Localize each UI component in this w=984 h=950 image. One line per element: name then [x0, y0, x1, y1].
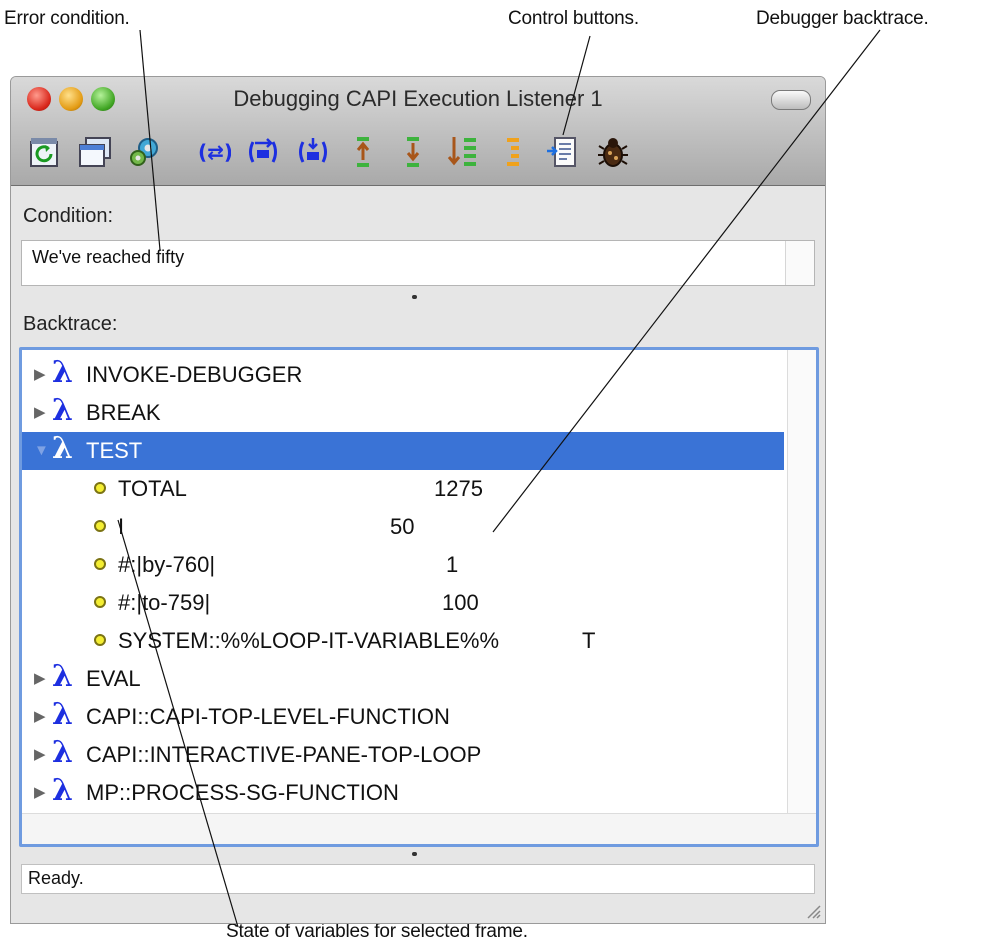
edit-source-icon — [547, 137, 576, 167]
frame-down-icon — [406, 137, 420, 167]
variable-value: T — [582, 628, 596, 653]
frame-row[interactable]: ▶ λ EVAL — [22, 659, 784, 698]
refresh-button[interactable] — [25, 132, 65, 172]
condition-label: Condition: — [23, 205, 114, 227]
condition-splitter-handle[interactable] — [412, 295, 417, 299]
callout-control-buttons: Control buttons. — [508, 8, 639, 29]
backtrace-vertical-scrollbar[interactable] — [787, 350, 816, 844]
control-toolbar: (⇄) — [25, 129, 643, 175]
variable-dot-icon — [94, 558, 106, 570]
frame-down-button[interactable] — [393, 132, 433, 172]
expand-arrow-icon[interactable]: ▶ — [34, 394, 46, 432]
variable-dot-icon — [94, 520, 106, 532]
callout-error-condition: Error condition. — [4, 8, 130, 29]
condition-text: We've reached fifty — [32, 247, 185, 267]
toolbar-toggle-button[interactable] — [771, 90, 811, 110]
variable-value: 1275 — [434, 476, 483, 501]
gears-button[interactable] — [125, 132, 165, 172]
condition-pane[interactable]: We've reached fifty — [21, 240, 815, 286]
frame-row[interactable]: ▶ λ CAPI::INTERACTIVE-PANE-TOP-LOOP — [22, 735, 784, 774]
restart-button[interactable]: (⇄) — [193, 132, 233, 172]
lambda-icon: λ — [52, 735, 74, 770]
frame-row-selected[interactable]: ▼ λ TEST — [22, 431, 784, 470]
frame-list-icon — [447, 137, 476, 166]
frame-name: CAPI::CAPI-TOP-LEVEL-FUNCTION — [86, 704, 450, 729]
variable-row[interactable]: TOTAL 1275 — [22, 470, 784, 508]
variable-row[interactable]: I 50 — [22, 508, 784, 546]
backtrace-list: ▶ λ INVOKE-DEBUGGER ▶ λ BREAK ▼ λ TEST T… — [22, 355, 784, 812]
step-into-button[interactable] — [293, 132, 333, 172]
frame-row[interactable]: ▶ λ INVOKE-DEBUGGER — [22, 355, 784, 394]
variable-name: I — [118, 514, 125, 539]
edit-source-button[interactable] — [543, 132, 583, 172]
lambda-icon: λ — [52, 773, 74, 808]
frame-row[interactable]: ▶ λ MP::PROCESS-SG-FUNCTION — [22, 773, 784, 812]
title-bar: Debugging CAPI Execution Listener 1 (⇄) — [11, 77, 825, 186]
variable-name: SYSTEM::%%LOOP-IT-VARIABLE%% — [118, 628, 500, 653]
resize-grip-icon[interactable] — [803, 901, 821, 919]
expand-arrow-icon[interactable]: ▶ — [34, 774, 46, 812]
debugger-window: Debugging CAPI Execution Listener 1 (⇄) … — [10, 76, 826, 924]
variable-value: 100 — [442, 590, 479, 615]
collapse-arrow-icon[interactable]: ▼ — [34, 432, 49, 470]
frame-name: TEST — [86, 438, 143, 463]
frame-row[interactable]: ▶ λ BREAK — [22, 393, 784, 432]
variable-value: 50 — [390, 514, 415, 539]
backtrace-horizontal-scrollbar[interactable] — [22, 813, 816, 844]
lambda-icon: λ — [52, 393, 74, 428]
restart-icon: (⇄) — [198, 140, 231, 164]
frame-list-alt-button[interactable] — [493, 132, 533, 172]
bug-icon — [598, 138, 628, 167]
backtrace-pane[interactable]: ▶ λ INVOKE-DEBUGGER ▶ λ BREAK ▼ λ TEST T… — [19, 347, 819, 847]
window-icon — [79, 137, 111, 167]
variable-dot-icon — [94, 596, 106, 608]
callout-debugger-backtrace: Debugger backtrace. — [756, 8, 929, 29]
frame-name: INVOKE-DEBUGGER — [86, 362, 303, 387]
step-into-icon — [299, 138, 327, 163]
gears-icon — [130, 138, 158, 166]
callout-state-of-variables: State of variables for selected frame. — [226, 921, 528, 942]
variable-name: #:|by-760| — [118, 552, 216, 577]
frame-name: EVAL — [86, 666, 141, 691]
backtrace-splitter-handle[interactable] — [412, 852, 417, 856]
frame-up-button[interactable] — [343, 132, 383, 172]
expand-arrow-icon[interactable]: ▶ — [34, 736, 46, 774]
step-over-icon — [249, 138, 277, 163]
variable-row[interactable]: #:|by-760| 1 — [22, 546, 784, 584]
expand-arrow-icon[interactable]: ▶ — [34, 356, 46, 394]
frame-row[interactable]: ▶ λ CAPI::CAPI-TOP-LEVEL-FUNCTION — [22, 697, 784, 736]
step-over-button[interactable] — [243, 132, 283, 172]
lambda-icon: λ — [52, 431, 74, 466]
frame-list-alt-icon — [507, 138, 519, 166]
variable-name: #:|to-759| — [118, 590, 211, 615]
frame-up-icon — [356, 137, 370, 167]
frame-name: BREAK — [86, 400, 161, 425]
frame-list-button[interactable] — [443, 132, 483, 172]
window-title: Debugging CAPI Execution Listener 1 — [233, 86, 603, 111]
lambda-icon: λ — [52, 355, 74, 390]
refresh-icon — [30, 138, 58, 167]
lambda-icon: λ — [52, 697, 74, 732]
variable-row[interactable]: #:|to-759| 100 — [22, 584, 784, 622]
lambda-icon: λ — [52, 659, 74, 694]
condition-scrollbar[interactable] — [785, 241, 814, 285]
variable-value: 1 — [446, 552, 459, 577]
variable-dot-icon — [94, 482, 106, 494]
expand-arrow-icon[interactable]: ▶ — [34, 660, 46, 698]
expand-arrow-icon[interactable]: ▶ — [34, 698, 46, 736]
frame-name: CAPI::INTERACTIVE-PANE-TOP-LOOP — [86, 742, 482, 767]
bug-button[interactable] — [593, 132, 633, 172]
svg-text:(⇄): (⇄) — [198, 140, 231, 164]
backtrace-label: Backtrace: — [23, 313, 118, 335]
variable-row[interactable]: SYSTEM::%%LOOP-IT-VARIABLE%% T — [22, 622, 784, 660]
status-bar: Ready. — [21, 864, 815, 894]
status-text: Ready. — [28, 868, 84, 888]
variable-dot-icon — [94, 634, 106, 646]
window-button[interactable] — [75, 132, 115, 172]
frame-name: MP::PROCESS-SG-FUNCTION — [86, 780, 399, 805]
variable-name: TOTAL — [118, 476, 187, 501]
